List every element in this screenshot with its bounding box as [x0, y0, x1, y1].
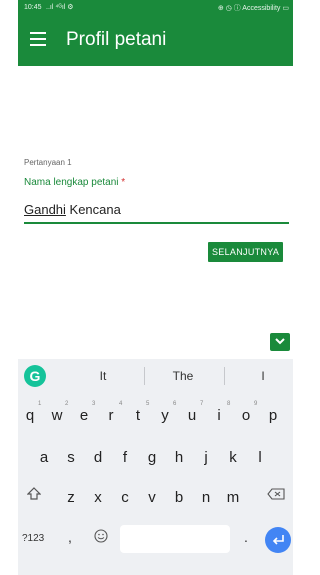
hamburger-menu-icon[interactable] — [30, 32, 46, 46]
app-bar: Profil petani — [18, 16, 293, 66]
key-s[interactable]: s — [59, 449, 83, 466]
key-v[interactable]: v — [140, 489, 164, 506]
period-key[interactable]: . — [244, 529, 248, 545]
key-y[interactable]: y — [153, 407, 177, 424]
key-w[interactable]: w — [45, 407, 69, 424]
question-label-text: Nama lengkap petani — [24, 177, 119, 188]
suggestion-bar: G It The I — [18, 359, 293, 393]
space-bar[interactable] — [120, 525, 230, 553]
key-m[interactable]: m — [221, 489, 245, 506]
key-c[interactable]: c — [113, 489, 137, 506]
backspace-icon[interactable] — [264, 487, 288, 507]
page-title: Profil petani — [66, 29, 167, 50]
suggestion-1[interactable]: It — [68, 369, 138, 383]
suggestion-2[interactable]: The — [148, 369, 218, 383]
key-l[interactable]: l — [248, 449, 272, 466]
key-j[interactable]: j — [194, 449, 218, 466]
status-bar: 10:45 ..ıl ⁴ᴳıl ⚙ ⊕ ◷ ⓘ Accessibility ▭ — [18, 0, 293, 16]
question-label: Nama lengkap petani * — [24, 177, 125, 188]
signal-indicators: ..ıl ⁴ᴳıl ⚙ — [46, 4, 74, 11]
key-f[interactable]: f — [113, 449, 137, 466]
grammarly-icon[interactable]: G — [24, 365, 46, 387]
key-q[interactable]: q — [18, 407, 42, 424]
name-input[interactable]: Gandhi Kencana — [24, 202, 289, 224]
enter-icon[interactable] — [265, 527, 291, 553]
next-button[interactable]: SELANJUTNYA — [208, 242, 284, 262]
chevron-down-icon — [275, 338, 285, 345]
key-r[interactable]: r — [99, 407, 123, 424]
comma-key[interactable]: , — [68, 529, 72, 545]
key-e[interactable]: e — [72, 407, 96, 424]
suggestion-divider — [144, 367, 145, 385]
suggestion-3[interactable]: I — [228, 369, 293, 383]
key-k[interactable]: k — [221, 449, 245, 466]
keyboard: G It The I 1 2 3 4 5 6 7 8 9 q w e r t y… — [18, 359, 293, 575]
required-mark: * — [121, 177, 126, 188]
key-i[interactable]: i — [207, 407, 231, 424]
key-d[interactable]: d — [86, 449, 110, 466]
emoji-icon[interactable] — [92, 529, 110, 547]
key-z[interactable]: z — [59, 489, 83, 506]
key-p[interactable]: p — [261, 407, 285, 424]
key-o[interactable]: o — [234, 407, 258, 424]
shift-icon[interactable] — [22, 487, 46, 507]
key-a[interactable]: a — [32, 449, 56, 466]
answer-first-word: Gandhi — [24, 202, 66, 217]
key-x[interactable]: x — [86, 489, 110, 506]
suggestion-divider — [224, 367, 225, 385]
key-t[interactable]: t — [126, 407, 150, 424]
key-u[interactable]: u — [180, 407, 204, 424]
key-h[interactable]: h — [167, 449, 191, 466]
status-time: 10:45 — [24, 4, 42, 11]
scroll-down-button[interactable] — [270, 333, 290, 351]
key-b[interactable]: b — [167, 489, 191, 506]
key-n[interactable]: n — [194, 489, 218, 506]
symbols-key[interactable]: ?123 — [22, 533, 44, 544]
answer-rest: Kencana — [65, 202, 121, 217]
phone-screen: 10:45 ..ıl ⁴ᴳıl ⚙ ⊕ ◷ ⓘ Accessibility ▭ … — [18, 0, 293, 575]
question-number: Pertanyaan 1 — [24, 158, 72, 167]
status-right-icons: ⊕ ◷ ⓘ Accessibility ▭ — [217, 5, 289, 12]
key-g[interactable]: g — [140, 449, 164, 466]
